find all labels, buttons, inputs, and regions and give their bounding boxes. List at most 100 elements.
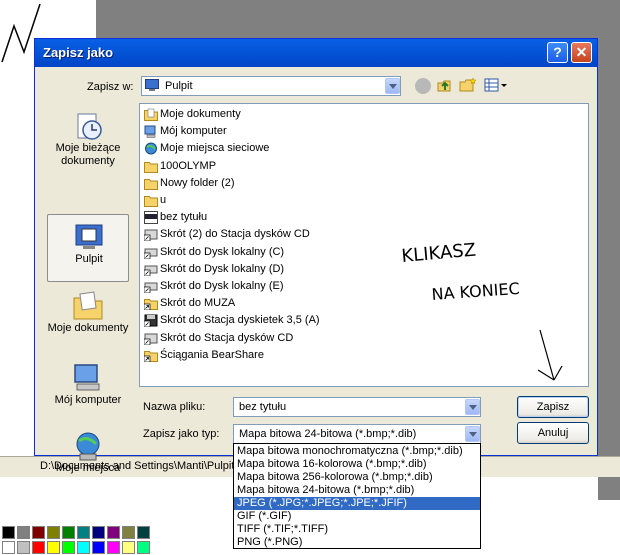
place-label: Moje bieżące dokumenty	[55, 142, 121, 167]
cd-shortcut-icon	[144, 229, 158, 242]
place-my-computer[interactable]: Mój komputer	[47, 356, 129, 424]
place-my-documents[interactable]: Moje dokumenty	[47, 284, 129, 352]
save-in-label: Zapisz w:	[87, 81, 134, 93]
file-name: bez tytułu	[160, 211, 208, 224]
file-name: Skrót do Dysk lokalny (D)	[160, 262, 285, 275]
file-name: Nowy folder (2)	[160, 176, 235, 189]
file-type-value: Mapa bitowa 24-bitowa (*.bmp;*.dib)	[239, 428, 417, 440]
palette-swatch[interactable]	[17, 541, 30, 554]
floppy-shortcut-icon	[144, 314, 158, 328]
file-type-label: Zapisz jako typ:	[143, 428, 220, 440]
file-name: Moje dokumenty	[160, 108, 241, 120]
file-type-option[interactable]: TIFF (*.TIF;*.TIFF)	[234, 523, 480, 536]
palette-swatch[interactable]	[137, 541, 150, 554]
folder-icon	[144, 196, 158, 207]
file-type-list[interactable]: Mapa bitowa monochromatyczna (*.bmp;*.di…	[233, 443, 481, 549]
file-name: Mój komputer	[160, 125, 227, 138]
palette-swatch[interactable]	[77, 526, 90, 539]
title-bar[interactable]	[35, 39, 597, 67]
palette-swatch[interactable]	[92, 541, 105, 554]
palette-swatch[interactable]	[17, 526, 30, 539]
drive-shortcut-icon	[144, 265, 158, 276]
file-name: Skrót do Stacja dysków CD	[160, 331, 294, 344]
place-desktop[interactable]: Pulpit	[47, 214, 129, 282]
cancel-button[interactable]: Anuluj	[517, 422, 589, 444]
file-type-option[interactable]: Mapa bitowa monochromatyczna (*.bmp;*.di…	[234, 445, 480, 458]
file-type-option[interactable]: GIF (*.GIF)	[234, 510, 480, 523]
place-label: Mój komputer	[54, 394, 122, 406]
palette-swatch[interactable]	[77, 541, 90, 554]
folder-icon	[144, 161, 158, 173]
palette-swatch[interactable]	[32, 526, 45, 539]
view-menu-icon[interactable]	[484, 77, 508, 93]
drive-shortcut-icon	[144, 248, 158, 259]
save-button[interactable]: Zapisz	[517, 396, 589, 418]
palette-swatch[interactable]	[47, 526, 60, 539]
note-line-2: NA KONIEC	[431, 279, 520, 304]
palette-swatch[interactable]	[2, 526, 15, 539]
palette-swatch[interactable]	[107, 541, 120, 554]
place-label: Moje miejsca	[55, 462, 121, 474]
palette-swatch[interactable]	[62, 541, 75, 554]
chevron-down-icon[interactable]	[465, 426, 480, 442]
folder-shortcut-icon	[144, 299, 158, 311]
my-computer-icon	[144, 125, 156, 138]
bitmap-file-icon	[144, 211, 158, 225]
file-name: 100OLYMP	[160, 159, 217, 172]
network-places-icon	[76, 432, 100, 461]
recent-documents-icon	[77, 113, 102, 140]
cd-shortcut-icon	[144, 333, 158, 345]
palette-swatch[interactable]	[122, 526, 135, 539]
dialog-title: Zapisz jako	[43, 45, 114, 60]
palette-swatch[interactable]	[92, 526, 105, 539]
help-button[interactable]: ?	[547, 42, 568, 63]
note-line-1: KLIKASZ	[401, 240, 477, 267]
file-type-option[interactable]: JPEG (*.JPG;*.JPEG;*.JPE;*.JFIF)	[234, 497, 480, 510]
folder-icon	[144, 178, 158, 190]
close-button[interactable]: ✕	[571, 42, 592, 63]
my-computer-icon	[74, 364, 100, 391]
place-label: Pulpit	[75, 253, 103, 265]
chevron-down-icon[interactable]	[385, 78, 400, 94]
file-name: Skrót do MUZA	[160, 297, 236, 310]
filename-value: bez tytułu	[239, 401, 287, 413]
file-name: Skrót (2) do Stacja dysków CD	[160, 228, 310, 241]
chevron-down-icon[interactable]	[465, 399, 480, 415]
file-type-option[interactable]: Mapa bitowa 16-kolorowa (*.bmp;*.dib)	[234, 458, 480, 471]
palette-swatch[interactable]	[47, 541, 60, 554]
place-network-places[interactable]: Moje miejsca	[47, 424, 129, 492]
arrow-icon	[537, 329, 563, 381]
handwritten-note: KLIKASZ NA KONIEC	[401, 240, 563, 381]
back-icon[interactable]	[415, 78, 431, 94]
my-documents-icon	[144, 108, 158, 121]
file-name: u	[160, 194, 167, 206]
file-name: Skrót do Dysk lokalny (C)	[160, 245, 285, 258]
workspace-background	[96, 0, 620, 40]
file-name: Ściągania BearShare	[160, 348, 264, 361]
place-recent-documents[interactable]: Moje bieżące dokumenty	[47, 104, 129, 172]
color-palette	[0, 524, 150, 555]
filename-label: Nazwa pliku:	[143, 401, 206, 413]
palette-swatch[interactable]	[62, 526, 75, 539]
file-type-option[interactable]: Mapa bitowa 24-bitowa (*.bmp;*.dib)	[234, 484, 480, 497]
workspace-background-right	[598, 40, 620, 500]
palette-swatch[interactable]	[32, 541, 45, 554]
file-type-option[interactable]: Mapa bitowa 256-kolorowa (*.bmp;*.dib)	[234, 471, 480, 484]
place-label: Moje dokumenty	[47, 322, 129, 334]
drive-shortcut-icon	[144, 282, 158, 293]
save-in-value: Pulpit	[165, 80, 193, 92]
file-type-option[interactable]: PNG (*.PNG)	[234, 536, 480, 549]
my-documents-icon	[73, 291, 103, 320]
palette-swatch[interactable]	[137, 526, 150, 539]
places-bar: Moje bieżące dokumenty Pulpit Moje dokumen…	[45, 104, 135, 474]
file-name: Skrót do Dysk lokalny (E)	[160, 280, 284, 292]
palette-swatch[interactable]	[107, 526, 120, 539]
file-name: Moje miejsca sieciowe	[160, 142, 270, 155]
desktop-icon	[145, 79, 159, 91]
file-name: Skrót do Stacja dyskietek 3,5 (A)	[160, 314, 320, 327]
network-places-icon	[145, 142, 157, 155]
palette-swatch[interactable]	[122, 541, 135, 554]
up-folder-icon[interactable]	[436, 77, 452, 93]
new-folder-icon[interactable]	[459, 77, 477, 93]
palette-swatch[interactable]	[2, 541, 15, 554]
